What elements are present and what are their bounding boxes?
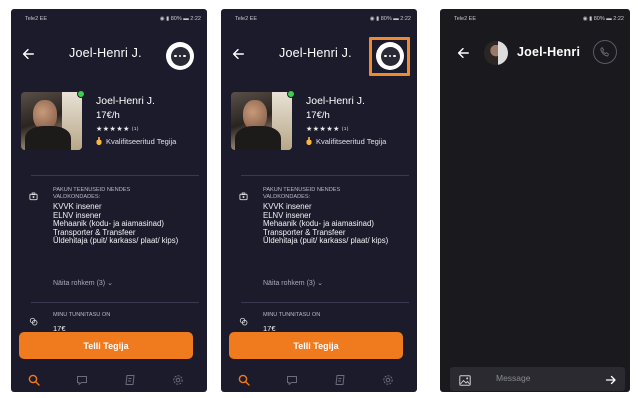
show-more-link[interactable]: Näita rohkem (3) ⌄ (263, 279, 323, 287)
image-icon[interactable] (459, 373, 471, 386)
rating-stars: ★★★★★ (1) (306, 126, 349, 133)
rating-count: (1) (341, 126, 349, 131)
profile-photo (21, 92, 82, 150)
chat-screen: Tele2 EE ◉ ▮ 80% ▬ 2:22 Joel-Henri Messa… (440, 9, 630, 392)
status-bar: Tele2 EE ◉ ▮ 80% ▬ 2:22 (454, 16, 624, 22)
services-heading: PAKUN TEENUSEID NENDES VALDKONDADES: (53, 187, 131, 200)
qualification-badge: Kvalifitseeritud Tegija (96, 137, 176, 146)
profile-screen-highlighted: Tele2 EE ◉ ▮ 80% ▬ 2:22 Joel-Henri J. Jo… (221, 9, 417, 392)
chat-header: Joel-Henri (440, 36, 630, 72)
chevron-down-icon: ⌄ (107, 280, 113, 287)
profile-name: Joel-Henri J. (306, 95, 365, 107)
qualification-badge: Kvalifitseeritud Tegija (306, 137, 386, 146)
orders-icon[interactable] (333, 373, 347, 387)
message-input[interactable]: Message (496, 373, 531, 383)
bottom-nav (221, 367, 417, 392)
profile-card: Joel-Henri J. 17€/h ★★★★★ (1) Kvalifitsee… (231, 90, 417, 158)
carrier-label: Tele2 EE (25, 16, 48, 22)
divider (31, 175, 199, 176)
coins-icon (239, 313, 248, 326)
profile-name: Joel-Henri J. (96, 95, 155, 107)
orders-icon[interactable] (123, 373, 137, 387)
message-composer: Message (450, 367, 625, 391)
services-list: KVVK insener ELNV insener Mehaanik (kodu… (263, 202, 408, 246)
status-bar: Tele2 EE ◉ ▮ 80% ▬ 2:22 (235, 16, 411, 22)
page-title: Joel-Henri J. (279, 46, 352, 60)
chevron-down-icon: ⌄ (317, 280, 323, 287)
list-item: Üldehitaja (puit/ karkass/ plaat/ kips) (53, 236, 179, 246)
search-icon[interactable] (237, 373, 251, 387)
page-title: Joel-Henri J. (69, 46, 142, 60)
briefcase-icon (239, 188, 248, 201)
battery-label: 80% (593, 16, 605, 22)
divider (241, 302, 409, 303)
divider (31, 302, 199, 303)
online-indicator (287, 90, 295, 98)
chat-icon (170, 46, 190, 66)
profile-photo (231, 92, 292, 150)
avatar (484, 41, 508, 65)
bottom-nav (11, 367, 207, 392)
chat-title: Joel-Henri (517, 45, 581, 59)
battery-label: 80% (170, 16, 182, 22)
order-tegija-button[interactable]: Telli Tegija (19, 332, 193, 359)
rate-heading: MINU TUNNITASU ON (53, 312, 111, 318)
chat-icon[interactable] (285, 373, 299, 387)
time-label: 2:22 (400, 16, 411, 22)
status-bar: Tele2 EE ◉ ▮ 80% ▬ 2:22 (25, 16, 201, 22)
send-arrow-icon[interactable] (605, 373, 617, 385)
list-item: Üldehitaja (puit/ karkass/ plaat/ kips) (263, 236, 389, 246)
back-arrow-icon[interactable] (229, 45, 247, 63)
back-arrow-icon[interactable] (454, 44, 472, 62)
highlight-box (369, 37, 410, 76)
profile-screen: Tele2 EE ◉ ▮ 80% ▬ 2:22 Joel-Henri J. Jo… (11, 9, 207, 392)
services-list: KVVK insener ELNV insener Mehaanik (kodu… (53, 202, 198, 246)
carrier-label: Tele2 EE (454, 16, 477, 22)
services-heading: PAKUN TEENUSEID NENDES VALDKONDADES: (263, 187, 341, 200)
hourly-price: 17€/h (306, 110, 330, 121)
chat-icon[interactable] (75, 373, 89, 387)
divider (241, 175, 409, 176)
show-more-link[interactable]: Näita rohkem (3) ⌄ (53, 279, 113, 287)
rating-stars: ★★★★★ (1) (96, 126, 139, 133)
online-indicator (77, 90, 85, 98)
header: Joel-Henri J. (11, 36, 207, 72)
phone-icon (600, 47, 609, 57)
battery-label: 80% (380, 16, 392, 22)
settings-icon[interactable] (171, 373, 185, 387)
hourly-price: 17€/h (96, 110, 120, 121)
search-icon[interactable] (27, 373, 41, 387)
time-label: 2:22 (613, 16, 624, 22)
profile-card: Joel-Henri J. 17€/h ★★★★★ (1) Kvalifitsee… (21, 90, 207, 158)
time-label: 2:22 (190, 16, 201, 22)
chat-button[interactable] (166, 42, 194, 70)
call-button[interactable] (593, 40, 617, 64)
briefcase-icon (29, 188, 38, 201)
header: Joel-Henri J. (221, 36, 417, 76)
order-tegija-button[interactable]: Telli Tegija (229, 332, 403, 359)
settings-icon[interactable] (381, 373, 395, 387)
rating-count: (1) (131, 126, 139, 131)
carrier-label: Tele2 EE (235, 16, 258, 22)
coins-icon (29, 313, 38, 326)
medal-icon (96, 137, 102, 145)
rate-heading: MINU TUNNITASU ON (263, 312, 321, 318)
back-arrow-icon[interactable] (19, 45, 37, 63)
medal-icon (306, 137, 312, 145)
